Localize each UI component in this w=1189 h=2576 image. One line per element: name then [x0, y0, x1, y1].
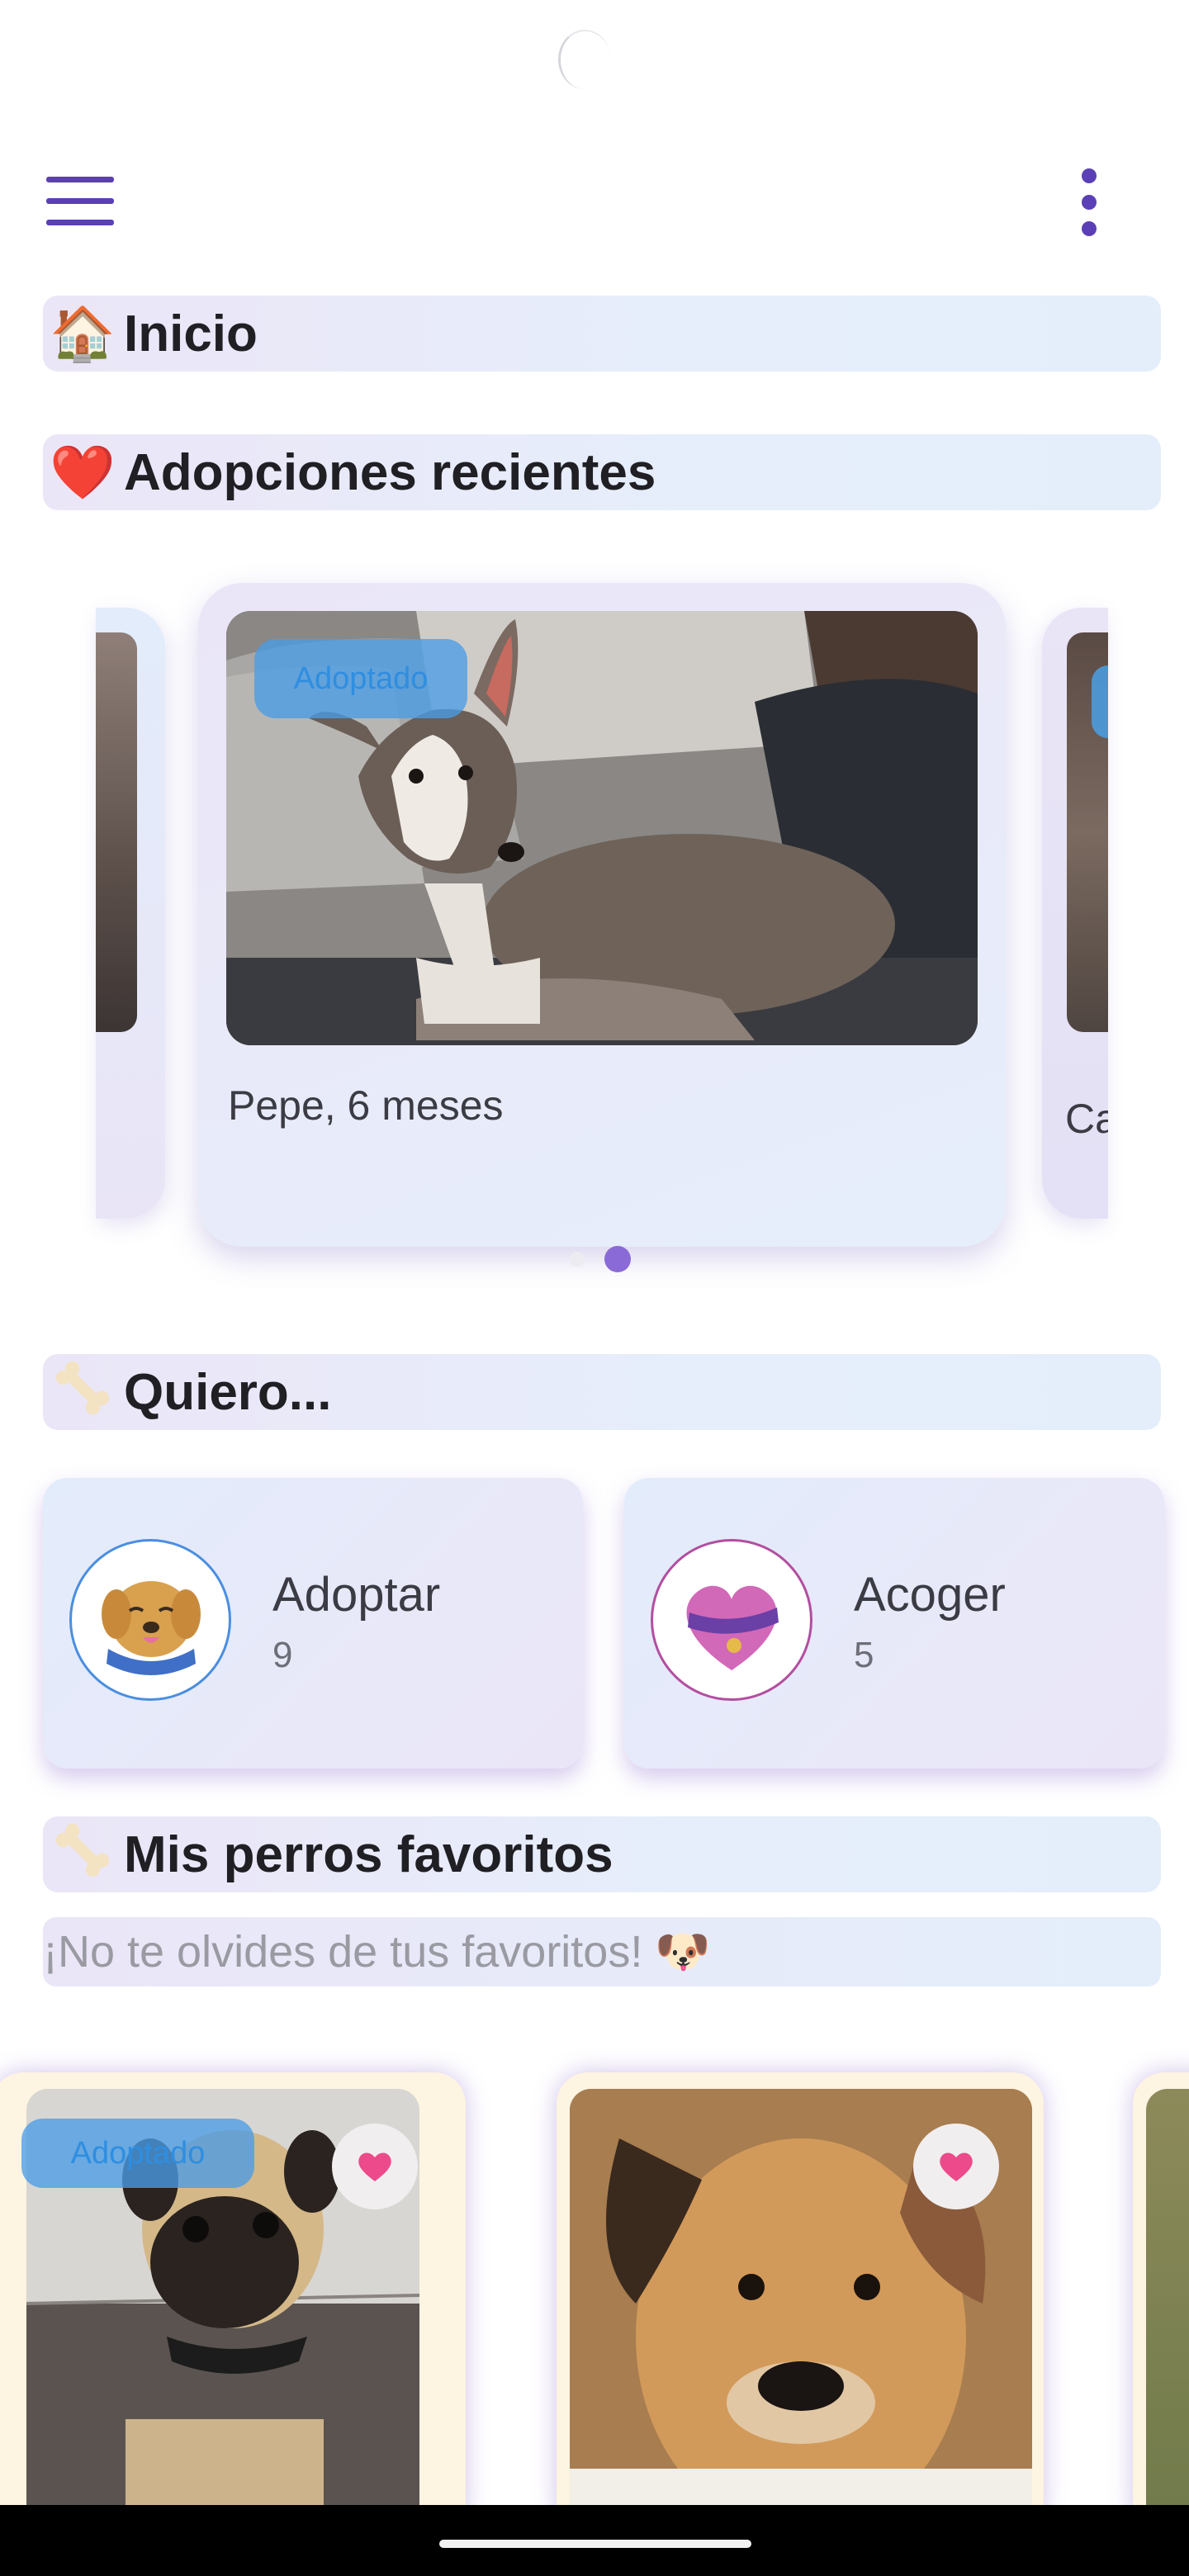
- foster-label: Acoger: [854, 1568, 1006, 1622]
- carousel-card-previous[interactable]: [96, 608, 165, 1219]
- favorite-dog-card[interactable]: Adoptado: [0, 2072, 466, 2535]
- adopt-label: Adoptar: [272, 1568, 441, 1622]
- adopt-count: 9: [272, 1635, 293, 1675]
- section-title: Quiero...: [124, 1363, 332, 1421]
- favorites-hint: ¡No te olvides de tus favoritos! 🐶: [43, 1917, 1161, 1986]
- foster-card[interactable]: Acoger 5: [624, 1478, 1164, 1769]
- adopted-badge: Adoptado: [21, 2119, 254, 2188]
- adopt-card[interactable]: Adoptar 9: [43, 1478, 583, 1769]
- heart-collar-icon: [651, 1539, 812, 1701]
- house-icon: 🏠: [50, 304, 116, 363]
- front-camera-cutout: [558, 30, 611, 89]
- page-dot-active[interactable]: [604, 1246, 631, 1272]
- system-navigation-bar: [0, 2505, 1189, 2576]
- dog-photo: [96, 632, 137, 1032]
- section-header-home: 🏠 Inicio: [43, 296, 1161, 372]
- section-title: Inicio: [124, 305, 258, 362]
- section-header-recent-adoptions: ❤️ Adopciones recientes: [43, 434, 1161, 510]
- top-app-bar: [0, 157, 1189, 248]
- dog-name-partial: Ca: [1065, 1096, 1108, 1142]
- home-gesture-handle[interactable]: [439, 2540, 751, 2548]
- dog-photo: Adoptado: [226, 611, 978, 1045]
- bone-icon: [48, 1818, 117, 1891]
- section-title: Adopciones recientes: [124, 443, 656, 501]
- page-dot[interactable]: [570, 1252, 585, 1267]
- carousel-card-next[interactable]: Ca: [1042, 608, 1108, 1219]
- section-header-favorites: Mis perros favoritos: [43, 1816, 1161, 1892]
- recent-adoptions-carousel[interactable]: Adoptado Pepe, 6 meses Ca: [0, 578, 1189, 1288]
- carousel-card-current[interactable]: Adoptado Pepe, 6 meses: [198, 583, 1006, 1247]
- carousel-page-indicator[interactable]: [570, 1246, 652, 1273]
- heart-icon: [940, 2152, 973, 2181]
- dog-name-age: Pepe, 6 meses: [228, 1082, 504, 1129]
- heart-icon: [358, 2152, 391, 2181]
- menu-icon[interactable]: [46, 177, 116, 226]
- favorite-toggle-button[interactable]: [332, 2124, 418, 2209]
- adopted-badge: Adoptado: [254, 639, 467, 718]
- foster-count: 5: [854, 1635, 874, 1675]
- favorite-toggle-button[interactable]: [913, 2124, 999, 2209]
- adopted-badge-partial: [1092, 665, 1108, 738]
- bone-icon: [48, 1356, 117, 1428]
- section-header-want: Quiero...: [43, 1354, 1161, 1430]
- red-heart-icon: ❤️: [50, 443, 116, 502]
- favorite-dog-card[interactable]: [557, 2072, 1044, 2535]
- favorite-dog-card-partial[interactable]: [1133, 2072, 1189, 2535]
- more-options-icon[interactable]: [1073, 168, 1106, 238]
- dog-icon: [69, 1539, 231, 1701]
- dog-photo: [1146, 2089, 1189, 2535]
- section-title: Mis perros favoritos: [124, 1825, 613, 1883]
- favorites-hint-text: ¡No te olvides de tus favoritos! 🐶: [43, 1926, 711, 1977]
